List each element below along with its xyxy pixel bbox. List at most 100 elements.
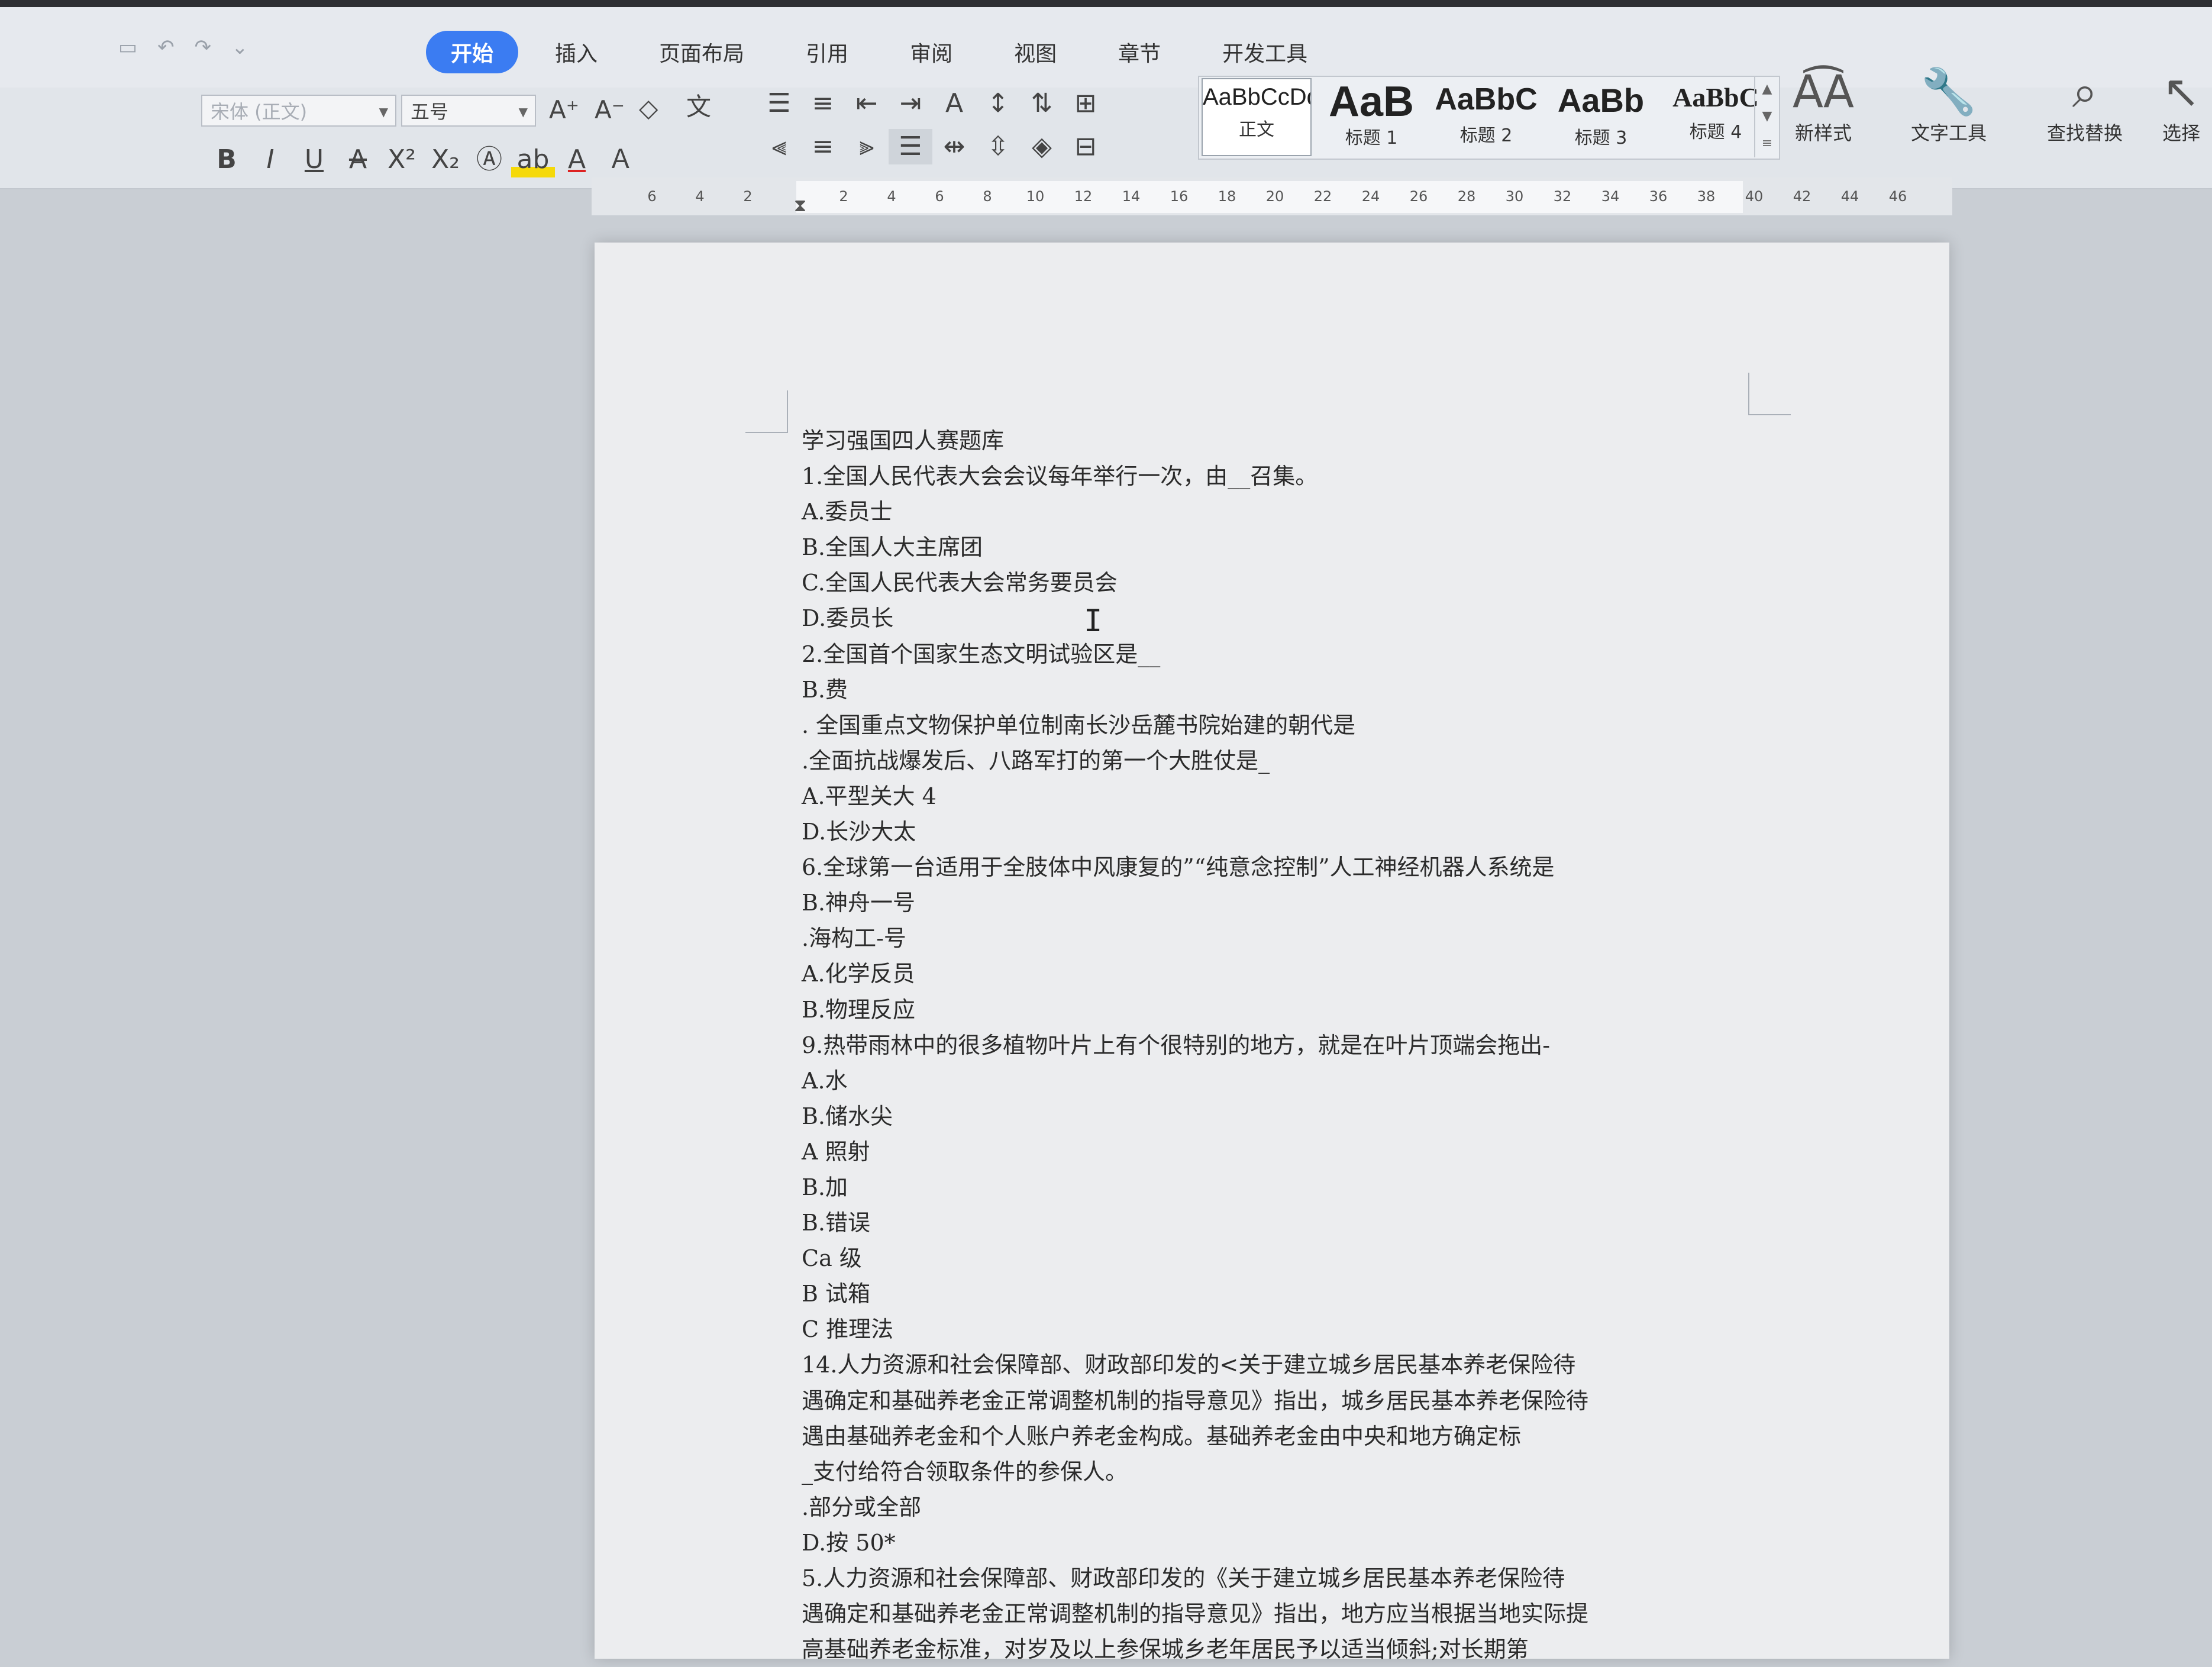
paragraph-row-2: ⫷ ≡ ⫸ ☰ ⇹ ⇳ ◈ ⊟ xyxy=(757,129,1107,164)
style-gallery: AaBbCcDd 正文 AaB 标题 1 AaBbC 标题 2 AaBb 标题 … xyxy=(1198,76,1780,160)
distribute-icon[interactable]: ⇹ xyxy=(932,129,976,164)
increase-indent-icon[interactable]: ⇥ xyxy=(889,86,932,121)
highlight-icon[interactable]: ab xyxy=(511,142,555,177)
expand-gallery-icon: ≡ xyxy=(1761,136,1773,151)
decrease-indent-icon[interactable]: ⇤ xyxy=(845,86,889,121)
redo-icon[interactable]: ↷ xyxy=(195,35,212,59)
new-style-button[interactable]: A͡A 新样式 xyxy=(1793,65,1854,146)
text-direction-icon[interactable]: A xyxy=(932,86,976,121)
tab-sections[interactable]: 章节 xyxy=(1093,31,1186,73)
tab-insert[interactable]: 插入 xyxy=(530,31,622,73)
italic-icon[interactable]: I xyxy=(248,142,292,177)
superscript-icon[interactable]: X² xyxy=(380,142,424,177)
text-line: 6.全球第一台适用于全肢体中风康复的”“纯意念控制”人工神经机器人系统是 xyxy=(802,854,1555,881)
text-tools-button[interactable]: 🔧 文字工具 xyxy=(1911,65,1987,146)
ruler-tick: 24 xyxy=(1361,188,1380,205)
style-label: 标题 2 xyxy=(1459,125,1513,146)
title-bar xyxy=(0,0,2212,7)
ribbon-tabs: 开始 插入 页面布局 引用 审阅 视图 章节 开发工具 xyxy=(426,31,1344,73)
ruler-tick: 42 xyxy=(1793,188,1811,205)
text-line: .海构工-号 xyxy=(802,925,906,952)
document-title: 学习强国四人赛题库 xyxy=(802,428,1005,454)
tab-home[interactable]: 开始 xyxy=(426,31,519,73)
table-icon[interactable]: ⊞ xyxy=(1064,86,1107,121)
text-line: 9.热带雨林中的很多植物叶片上有个很特别的地方，就是在叶片顶端会拖出- xyxy=(802,1032,1551,1058)
find-replace-button[interactable]: ⌕ 查找替换 xyxy=(2047,65,2123,146)
document-body[interactable]: 学习强国四人赛题库 1.全国人民代表大会会议每年举行一次，由__召集。 A.委员… xyxy=(802,423,1701,1667)
search-icon: ⌕ xyxy=(2072,65,2098,118)
chevron-up-icon: ▲ xyxy=(1762,82,1772,96)
new-style-label: 新样式 xyxy=(1794,122,1852,144)
select-label: 选择 xyxy=(2162,122,2201,144)
strikethrough-icon[interactable]: A xyxy=(336,142,380,177)
indent-marker-icon[interactable]: ⧗ xyxy=(794,195,806,216)
ruler-tick: 10 xyxy=(1026,188,1045,205)
line-spacing-menu-icon[interactable]: ⇅ xyxy=(1020,86,1064,121)
char-shading-icon[interactable]: Ａ xyxy=(599,142,642,177)
ruler-tick: 4 xyxy=(887,188,896,205)
tab-view[interactable]: 视图 xyxy=(989,31,1081,73)
style-sample: AaBbCcDd xyxy=(1203,85,1310,109)
text-effect-icon[interactable]: Ⓐ xyxy=(467,142,511,177)
ruler-tick: 2 xyxy=(839,188,848,205)
ruler-tick: 6 xyxy=(935,188,944,205)
horizontal-ruler[interactable]: ⧗ 6 4 2 2 4 6 8 10 12 14 16 18 20 22 24 … xyxy=(592,177,1952,216)
underline-icon[interactable]: U xyxy=(292,142,336,177)
text-line: 遇由基础养老金和个人账户养老金构成。基础养老金由中央和地方确定标 xyxy=(802,1423,1522,1449)
text-line: C.全国人民代表大会常务要员会 xyxy=(802,570,1118,596)
style-heading-2[interactable]: AaBbC 标题 2 xyxy=(1431,78,1541,156)
style-heading-3[interactable]: AaBb 标题 3 xyxy=(1546,78,1656,156)
ruler-tick: 36 xyxy=(1649,188,1668,205)
align-left-icon[interactable]: ⫷ xyxy=(757,129,801,164)
text-line: 5.人力资源和社会保障部、财政部印发的《关于建立城乡居民基本养老保险待 xyxy=(802,1565,1565,1591)
tab-references[interactable]: 引用 xyxy=(781,31,873,73)
text-line: D.委员长 xyxy=(802,605,894,632)
phonetic-guide-icon[interactable]: 文 xyxy=(686,95,711,119)
text-line: A.委员士 xyxy=(802,499,893,525)
text-line: B.物理反应 xyxy=(802,996,916,1023)
text-line: A 照射 xyxy=(802,1138,870,1165)
style-sample: AaB xyxy=(1328,80,1415,123)
text-line: A.水 xyxy=(802,1067,848,1094)
text-line: B.错误 xyxy=(802,1210,871,1236)
clear-format-icon[interactable]: ◇ xyxy=(639,96,658,121)
gallery-scroll[interactable]: ▲ ▼ ≡ xyxy=(1754,76,1779,157)
font-size-value: 五号 xyxy=(411,101,449,123)
wrench-icon: 🔧 xyxy=(1920,65,1977,118)
borders-icon[interactable]: ⊟ xyxy=(1064,129,1107,164)
margin-corner-mark xyxy=(745,390,788,433)
text-line: .全面抗战爆发后、八路军打的第一个大胜仗是_ xyxy=(802,747,1270,774)
save-icon[interactable]: ▭ xyxy=(118,35,137,59)
tab-page-layout[interactable]: 页面布局 xyxy=(634,31,769,73)
ruler-tick: 40 xyxy=(1745,188,1764,205)
font-color-icon[interactable]: A xyxy=(555,142,599,177)
bold-icon[interactable]: B xyxy=(205,142,248,177)
tab-review[interactable]: 审阅 xyxy=(885,31,977,73)
align-right-icon[interactable]: ⫸ xyxy=(845,129,889,164)
subscript-icon[interactable]: X₂ xyxy=(424,142,467,177)
align-center-icon[interactable]: ≡ xyxy=(801,129,845,164)
ruler-tick: 30 xyxy=(1505,188,1524,205)
select-button[interactable]: ↖ 选择 xyxy=(2162,65,2200,146)
style-label: 正文 xyxy=(1239,119,1274,140)
line-spacing-icon[interactable]: ⇳ xyxy=(976,129,1020,164)
justify-icon[interactable]: ☰ xyxy=(889,129,932,164)
customize-icon[interactable]: ⌄ xyxy=(231,35,248,59)
ruler-tick: 32 xyxy=(1553,188,1572,205)
text-line: 2.全国首个国家生态文明试验区是__ xyxy=(802,641,1161,667)
tab-developer[interactable]: 开发工具 xyxy=(1197,31,1332,73)
style-normal[interactable]: AaBbCcDd 正文 xyxy=(1202,78,1312,156)
bullet-list-icon[interactable]: ☰ xyxy=(757,86,801,121)
shrink-font-icon[interactable]: A⁻ xyxy=(595,98,625,122)
undo-icon[interactable]: ↶ xyxy=(157,35,175,59)
text-line: B.全国人大主席团 xyxy=(802,534,983,561)
font-size-select[interactable]: 五号 ▼ xyxy=(401,95,536,127)
font-family-select[interactable]: 宋体 (正文) ▼ xyxy=(201,95,396,127)
grow-font-icon[interactable]: A⁺ xyxy=(549,98,579,122)
ruler-tick: 8 xyxy=(983,188,992,205)
numbered-list-icon[interactable]: ≡ xyxy=(801,86,845,121)
sort-icon[interactable]: ↕ xyxy=(976,86,1020,121)
style-heading-1[interactable]: AaB 标题 1 xyxy=(1316,78,1426,156)
style-label: 标题 3 xyxy=(1574,128,1627,148)
shading-icon[interactable]: ◈ xyxy=(1020,129,1064,164)
